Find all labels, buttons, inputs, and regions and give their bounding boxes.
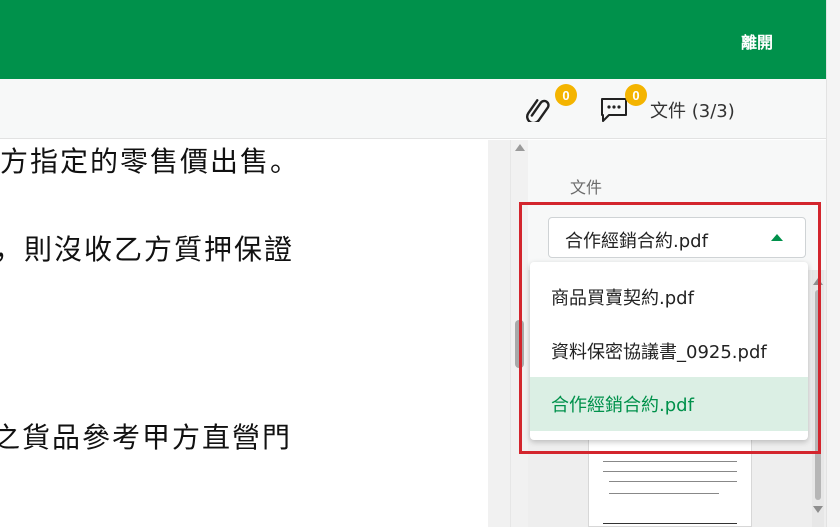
document-gutter [488,140,510,527]
scroll-up-arrow-icon[interactable] [515,144,525,151]
dropdown-option[interactable]: 商品買賣契約.pdf [530,270,808,324]
side-scroll-up-arrow-icon[interactable] [813,278,823,285]
page-thumbnail[interactable] [588,430,752,527]
dropdown-option[interactable]: 資料保密協議書_0925.pdf [530,324,808,378]
side-scroll-down-arrow-icon[interactable] [813,506,823,513]
document-text-line: 方指定的零售價出售。 [0,145,301,178]
comments-count-badge: 0 [625,84,647,106]
dropdown-option-selected[interactable]: 合作經銷合約.pdf [530,377,808,431]
document-scrollbar[interactable] [510,140,528,527]
side-panel-scrollbar-thumb[interactable] [815,290,821,500]
document-counter: 文件 (3/3) [650,101,735,122]
side-panel-label: 文件 [570,178,603,197]
comment-icon [601,98,627,122]
document-viewer: 方指定的零售價出售。 ，則沒收乙方質押保證 之貨品參考甲方直營門 [0,140,488,527]
document-text-line: ，則沒收乙方質押保證 [0,233,295,266]
caret-up-icon [771,234,783,241]
document-text-line: 之貨品參考甲方直營門 [0,421,293,454]
document-scrollbar-thumb[interactable] [515,320,524,368]
side-panel-scrollbar[interactable] [812,270,824,527]
paperclip-icon [526,99,550,122]
attachments-button[interactable] [520,93,560,127]
document-select[interactable]: 合作經銷合約.pdf [548,217,806,258]
window-scrollbar[interactable] [826,0,840,527]
top-bar: 離開 [0,0,826,79]
document-select-value: 合作經銷合約.pdf [565,231,708,252]
document-dropdown-menu: 商品買賣契約.pdf 資料保密協議書_0925.pdf 合作經銷合約.pdf [530,262,808,440]
attachments-count-badge: 0 [555,84,577,106]
leave-button[interactable]: 離開 [720,22,794,60]
